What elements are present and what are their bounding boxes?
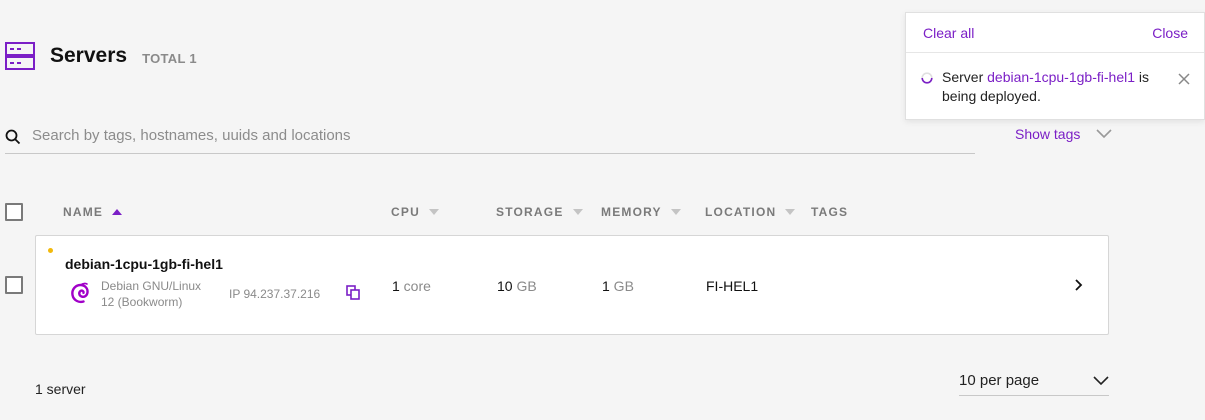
show-tags-label: Show tags — [1015, 126, 1081, 142]
table-header: NAME CPU STORAGE MEMORY LOCATION TAGS — [0, 202, 1110, 222]
sort-icon — [785, 209, 796, 215]
search-icon — [5, 129, 21, 145]
close-icon[interactable] — [1178, 73, 1190, 85]
status-indicator — [48, 248, 53, 253]
row-checkbox[interactable] — [5, 276, 23, 294]
column-label-cpu: CPU — [391, 205, 420, 219]
column-label-memory: MEMORY — [601, 205, 662, 219]
result-count: 1 server — [35, 381, 86, 397]
show-tags-toggle[interactable]: Show tags — [1015, 126, 1112, 142]
location-cell: FI-HEL1 — [706, 278, 759, 294]
os-name: Debian GNU/Linux — [101, 279, 202, 293]
column-header-storage[interactable]: STORAGE — [496, 205, 583, 219]
storage-unit: GB — [512, 278, 537, 294]
sort-icon — [572, 209, 583, 215]
search-bar — [5, 124, 975, 154]
os-version: 12 (Bookworm) — [101, 295, 183, 309]
server-hostname[interactable]: debian-1cpu-1gb-fi-hel1 — [65, 256, 223, 272]
close-button[interactable]: Close — [1152, 25, 1188, 41]
sort-icon — [670, 209, 681, 215]
os-label: Debian GNU/Linux 12 (Bookworm) — [101, 278, 201, 310]
memory-cell: 1 GB — [602, 278, 634, 294]
table-row[interactable]: debian-1cpu-1gb-fi-hel1 Debian GNU/Linux… — [35, 235, 1109, 335]
column-label-location: LOCATION — [705, 205, 777, 219]
clear-all-button[interactable]: Clear all — [923, 25, 974, 41]
storage-cell: 10 GB — [497, 278, 537, 294]
column-label-name: NAME — [63, 205, 104, 219]
notification-panel: Clear all Close Server debian-1cpu-1gb-f… — [905, 12, 1205, 120]
notification-toolbar: Clear all Close — [906, 13, 1204, 53]
sort-icon — [428, 209, 439, 215]
copy-icon[interactable] — [346, 285, 360, 300]
loading-spinner-icon — [921, 72, 933, 84]
page-title: Servers — [50, 44, 128, 67]
ip-address: IP 94.237.37.216 — [229, 287, 321, 301]
message-server-link[interactable]: debian-1cpu-1gb-fi-hel1 — [987, 69, 1135, 85]
search-input[interactable] — [32, 124, 932, 144]
chevron-down-icon — [1096, 129, 1112, 139]
memory-value: 1 — [602, 278, 610, 294]
per-page-label: 10 per page — [959, 372, 1040, 389]
chevron-right-icon[interactable] — [1074, 278, 1084, 292]
column-header-memory[interactable]: MEMORY — [601, 205, 681, 219]
debian-swirl-icon — [71, 282, 89, 304]
select-all-checkbox[interactable] — [5, 203, 23, 221]
column-header-name[interactable]: NAME — [63, 205, 123, 219]
notification-message: Server debian-1cpu-1gb-fi-hel1 is being … — [942, 68, 1162, 106]
cpu-cell: 1 core — [392, 278, 431, 294]
cpu-value: 1 — [392, 278, 400, 294]
column-label-storage: STORAGE — [496, 205, 564, 219]
server-icon — [5, 42, 35, 70]
per-page-select[interactable]: 10 per page — [959, 368, 1109, 396]
column-header-cpu[interactable]: CPU — [391, 205, 439, 219]
column-label-tags: TAGS — [811, 205, 849, 219]
cpu-unit: core — [399, 278, 431, 294]
total-count: TOTAL 1 — [142, 50, 197, 66]
sort-ascending-icon — [112, 209, 123, 215]
memory-unit: GB — [609, 278, 634, 294]
column-header-location[interactable]: LOCATION — [705, 205, 796, 219]
chevron-down-icon — [1093, 376, 1109, 386]
message-prefix: Server — [942, 69, 988, 85]
storage-value: 10 — [497, 278, 513, 294]
page-header: Servers TOTAL 1 — [5, 42, 197, 70]
column-header-tags: TAGS — [811, 205, 848, 219]
